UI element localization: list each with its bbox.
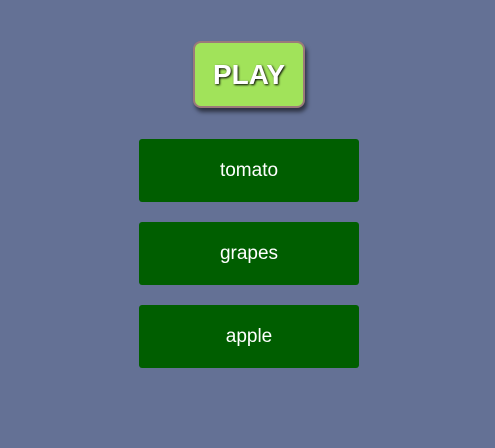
answer-option-grapes[interactable]: grapes [139,222,359,285]
play-button[interactable]: PLAY [193,41,305,108]
answer-option-tomato[interactable]: tomato [139,139,359,202]
answer-option-apple[interactable]: apple [139,305,359,368]
game-screen: PLAY tomato grapes apple [0,0,495,448]
answer-options: tomato grapes apple [139,139,359,388]
